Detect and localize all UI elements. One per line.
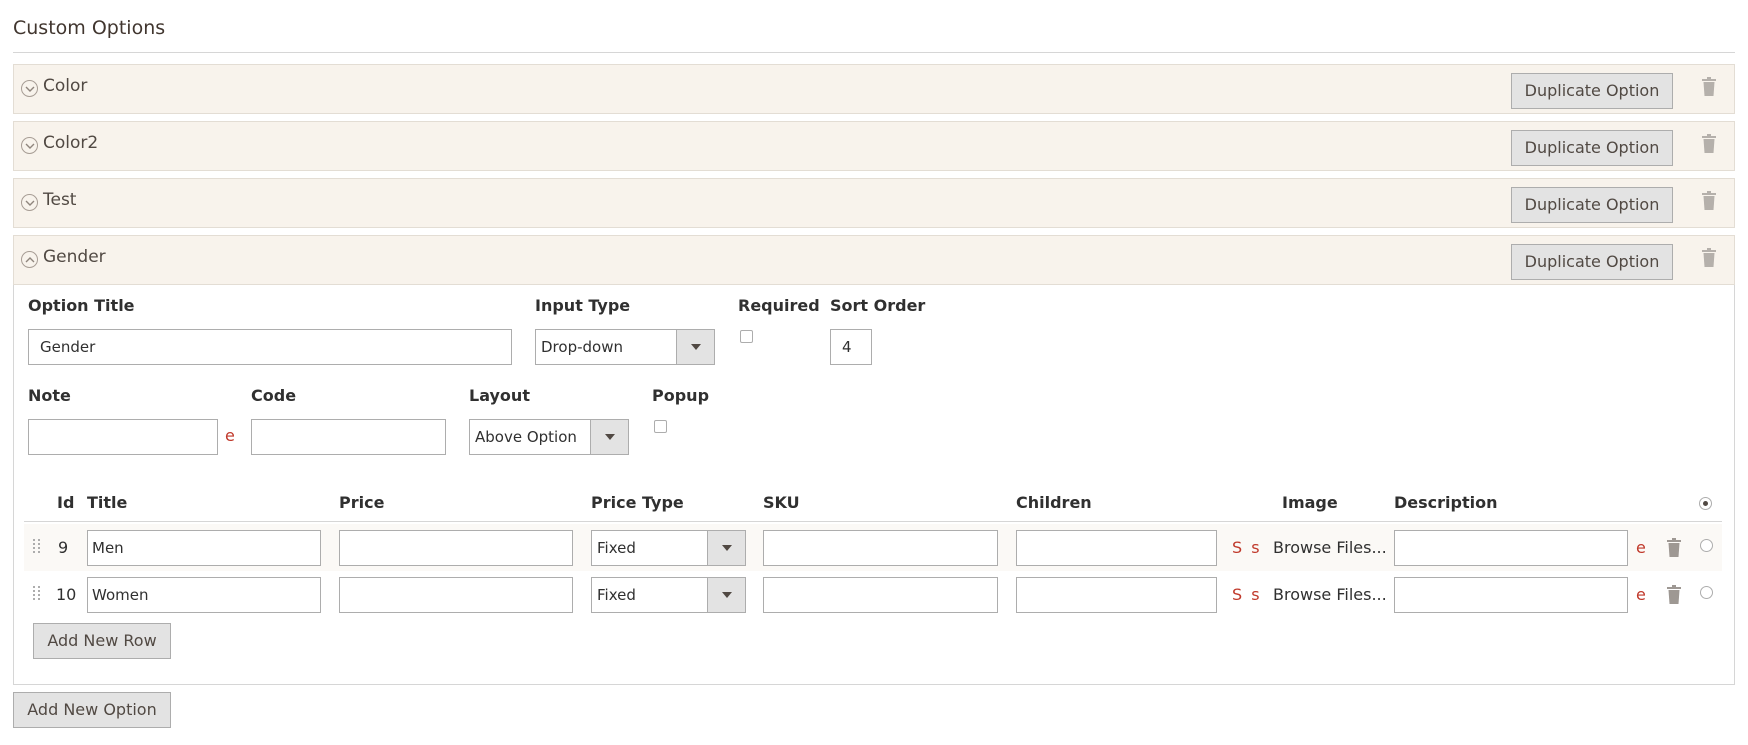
popup-checkbox[interactable] bbox=[654, 420, 667, 433]
column-header-price-type: Price Type bbox=[591, 493, 684, 512]
drag-handle-icon[interactable] bbox=[32, 538, 42, 556]
note-editor-link[interactable]: e bbox=[225, 426, 235, 445]
row-editor-link[interactable]: e bbox=[1636, 538, 1646, 557]
row-price-type-value: Fixed bbox=[597, 539, 636, 557]
section-divider bbox=[13, 52, 1735, 53]
row-price-type-select[interactable]: Fixed bbox=[591, 577, 746, 613]
add-new-option-button[interactable]: Add New Option bbox=[13, 692, 171, 728]
popup-label: Popup bbox=[652, 386, 710, 405]
column-header-title: Title bbox=[87, 493, 128, 512]
row-image-swatch-links[interactable]: S s bbox=[1232, 585, 1262, 604]
input-type-value: Drop-down bbox=[541, 338, 623, 356]
chevron-down-circle-icon[interactable] bbox=[21, 80, 38, 97]
add-new-row-button[interactable]: Add New Row bbox=[33, 623, 171, 659]
drag-handle-icon[interactable] bbox=[32, 585, 42, 603]
row-price-type-value: Fixed bbox=[597, 586, 636, 604]
row-sku-input[interactable] bbox=[763, 530, 998, 566]
code-input[interactable] bbox=[251, 419, 446, 455]
layout-select[interactable]: Above Option bbox=[469, 419, 629, 455]
row-description-input[interactable] bbox=[1394, 530, 1628, 566]
duplicate-option-button[interactable]: Duplicate Option bbox=[1511, 130, 1673, 166]
trash-icon[interactable] bbox=[1666, 538, 1682, 557]
sort-order-input[interactable]: 4 bbox=[830, 329, 872, 365]
sort-order-label: Sort Order bbox=[830, 296, 926, 315]
row-price-input[interactable] bbox=[339, 530, 573, 566]
column-header-sku: SKU bbox=[763, 493, 800, 512]
row-sku-input[interactable] bbox=[763, 577, 998, 613]
layout-label: Layout bbox=[469, 386, 530, 405]
row-price-input[interactable] bbox=[339, 577, 573, 613]
caret-down-icon bbox=[590, 420, 628, 454]
trash-icon[interactable] bbox=[1701, 77, 1717, 96]
required-checkbox[interactable] bbox=[740, 330, 753, 343]
option-header-gender[interactable]: Gender Duplicate Option bbox=[13, 235, 1735, 285]
trash-icon[interactable] bbox=[1701, 134, 1717, 153]
trash-icon[interactable] bbox=[1701, 191, 1717, 210]
option-header-color2[interactable]: Color2 Duplicate Option bbox=[13, 121, 1735, 171]
row-default-radio[interactable] bbox=[1700, 586, 1713, 599]
duplicate-option-button[interactable]: Duplicate Option bbox=[1511, 244, 1673, 280]
option-title-input[interactable]: Gender bbox=[28, 329, 512, 365]
row-title-input[interactable]: Women bbox=[87, 577, 321, 613]
trash-icon[interactable] bbox=[1701, 248, 1717, 267]
column-header-image: Image bbox=[1282, 493, 1338, 512]
note-label: Note bbox=[28, 386, 71, 405]
row-browse-files-link[interactable]: Browse Files... bbox=[1273, 585, 1387, 604]
option-name: Color bbox=[43, 76, 88, 96]
column-header-id: Id bbox=[57, 493, 75, 512]
column-header-description: Description bbox=[1394, 493, 1498, 512]
row-title-input[interactable]: Men bbox=[87, 530, 321, 566]
option-name: Gender bbox=[43, 247, 106, 267]
grid-divider bbox=[24, 521, 1722, 522]
option-title-label: Option Title bbox=[28, 296, 135, 315]
chevron-down-circle-icon[interactable] bbox=[21, 137, 38, 154]
row-default-radio[interactable] bbox=[1700, 539, 1713, 552]
chevron-up-circle-icon[interactable] bbox=[21, 251, 38, 268]
row-editor-link[interactable]: e bbox=[1636, 585, 1646, 604]
input-type-select[interactable]: Drop-down bbox=[535, 329, 715, 365]
duplicate-option-button[interactable]: Duplicate Option bbox=[1511, 73, 1673, 109]
option-header-test[interactable]: Test Duplicate Option bbox=[13, 178, 1735, 228]
input-type-label: Input Type bbox=[535, 296, 631, 315]
note-input[interactable] bbox=[28, 419, 218, 455]
caret-down-icon bbox=[707, 578, 745, 612]
row-id: 10 bbox=[56, 585, 77, 604]
duplicate-option-button[interactable]: Duplicate Option bbox=[1511, 187, 1673, 223]
option-name: Test bbox=[43, 190, 77, 210]
chevron-down-circle-icon[interactable] bbox=[21, 194, 38, 211]
row-image-swatch-links[interactable]: S s bbox=[1232, 538, 1262, 557]
trash-icon[interactable] bbox=[1666, 585, 1682, 604]
column-header-children: Children bbox=[1016, 493, 1092, 512]
option-header-color[interactable]: Color Duplicate Option bbox=[13, 64, 1735, 114]
row-browse-files-link[interactable]: Browse Files... bbox=[1273, 538, 1387, 557]
code-label: Code bbox=[251, 386, 297, 405]
required-label: Required bbox=[738, 296, 820, 315]
caret-down-icon bbox=[707, 531, 745, 565]
row-id: 9 bbox=[58, 538, 69, 557]
layout-value: Above Option bbox=[475, 428, 577, 446]
row-price-type-select[interactable]: Fixed bbox=[591, 530, 746, 566]
caret-down-icon bbox=[676, 330, 714, 364]
row-children-input[interactable] bbox=[1016, 577, 1217, 613]
column-header-price: Price bbox=[339, 493, 385, 512]
row-children-input[interactable] bbox=[1016, 530, 1217, 566]
row-description-input[interactable] bbox=[1394, 577, 1628, 613]
header-default-radio[interactable] bbox=[1699, 497, 1712, 510]
option-name: Color2 bbox=[43, 133, 99, 153]
section-title: Custom Options bbox=[13, 17, 166, 39]
